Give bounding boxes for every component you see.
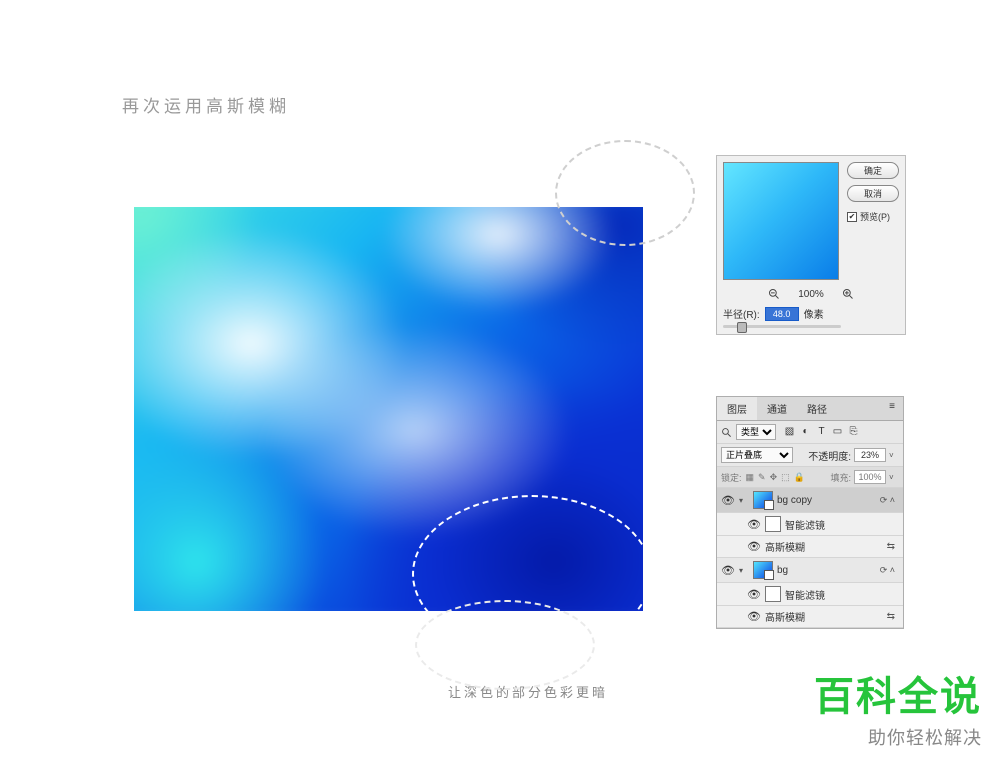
tab-channels[interactable]: 通道: [757, 397, 797, 420]
filter-pixel-icon[interactable]: ▧: [784, 427, 795, 438]
layers-panel: 图层 通道 路径 ≡ 类型 ▧ ◐ T ▭ ⎘ 正片叠底 不透明度: 23% ˅…: [716, 396, 904, 629]
layer-name: bg: [777, 565, 788, 576]
visibility-icon[interactable]: 👁: [721, 494, 735, 507]
preview-label: 预览(P): [860, 210, 890, 223]
opacity-label: 不透明度:: [808, 448, 851, 463]
fill-label: 填充:: [830, 471, 851, 484]
filter-name: 高斯模糊: [765, 609, 805, 624]
layer-thumbnail: [753, 561, 773, 579]
blur-preview[interactable]: [723, 162, 839, 280]
annotation-ellipse-top: [555, 140, 695, 246]
smart-filters-label: 智能滤镜: [785, 587, 825, 602]
radius-label: 半径(R):: [723, 306, 760, 321]
tab-paths[interactable]: 路径: [797, 397, 837, 420]
layer-row-bg[interactable]: 👁 ▾ bg ⟳ ˄: [717, 558, 903, 583]
filter-mask-thumbnail: [765, 586, 781, 602]
gaussian-blur-dialog: 确定 取消 ✔ 预览(P) 100% 半径(R): 48.0 像素: [716, 155, 906, 335]
ok-button[interactable]: 确定: [847, 162, 899, 179]
radius-input[interactable]: 48.0: [765, 307, 799, 321]
filter-search-icon[interactable]: [721, 427, 732, 438]
lock-pixels-icon[interactable]: ▦: [746, 472, 755, 483]
layer-fx-icon[interactable]: ⟳ ˄: [880, 565, 899, 576]
filter-shape-icon[interactable]: ▭: [832, 427, 843, 438]
visibility-icon[interactable]: 👁: [721, 564, 735, 577]
chevron-down-icon[interactable]: ˅: [889, 473, 899, 482]
layer-row-bg-copy[interactable]: 👁 ▾ bg copy ⟳ ˄: [717, 488, 903, 513]
layer-fx-icon[interactable]: ⟳ ˄: [880, 495, 899, 506]
lock-move-icon[interactable]: ✥: [770, 472, 778, 483]
visibility-icon[interactable]: 👁: [747, 588, 761, 601]
panel-tabs: 图层 通道 路径 ≡: [717, 397, 903, 421]
filter-type-icon[interactable]: T: [816, 427, 827, 438]
tab-layers[interactable]: 图层: [717, 397, 757, 420]
watermark-title: 百科全说: [814, 664, 982, 722]
smart-filters-row[interactable]: 👁 智能滤镜: [717, 583, 903, 606]
lock-artboard-icon[interactable]: ⬚: [781, 472, 790, 483]
lock-label: 锁定:: [721, 471, 742, 484]
watermark: 百科全说 助你轻松解决: [814, 664, 982, 750]
cancel-button[interactable]: 取消: [847, 185, 899, 202]
filter-smart-icon[interactable]: ⎘: [848, 427, 859, 438]
lock-all-icon[interactable]: 🔒: [794, 472, 805, 483]
chevron-down-icon[interactable]: ˅: [889, 451, 899, 460]
blend-mode-select[interactable]: 正片叠底: [721, 447, 793, 463]
expand-icon[interactable]: ▾: [739, 496, 749, 505]
watermark-subtitle: 助你轻松解决: [814, 724, 982, 750]
smart-filters-label: 智能滤镜: [785, 517, 825, 532]
visibility-icon[interactable]: 👁: [747, 518, 761, 531]
radius-unit: 像素: [804, 306, 824, 321]
opacity-input[interactable]: 23%: [854, 448, 886, 462]
zoom-in-icon[interactable]: [842, 288, 854, 300]
smart-filters-row[interactable]: 👁 智能滤镜: [717, 513, 903, 536]
page-heading: 再次运用高斯模糊: [122, 92, 290, 117]
check-icon: ✔: [847, 212, 857, 222]
filter-settings-icon[interactable]: ⇆: [887, 541, 899, 552]
lock-brush-icon[interactable]: ✎: [758, 472, 766, 483]
panel-menu-icon[interactable]: ≡: [881, 397, 903, 420]
zoom-out-icon[interactable]: [768, 288, 780, 300]
filter-name: 高斯模糊: [765, 539, 805, 554]
preview-checkbox[interactable]: ✔ 预览(P): [847, 210, 899, 223]
visibility-icon[interactable]: 👁: [747, 610, 761, 623]
zoom-value: 100%: [798, 289, 824, 300]
kind-select[interactable]: 类型: [736, 424, 776, 440]
visibility-icon[interactable]: 👁: [747, 540, 761, 553]
expand-icon[interactable]: ▾: [739, 566, 749, 575]
layer-thumbnail: [753, 491, 773, 509]
annotation-ellipse-bottom: [415, 600, 595, 690]
filter-settings-icon[interactable]: ⇆: [887, 611, 899, 622]
layer-name: bg copy: [777, 495, 812, 506]
radius-slider[interactable]: [723, 325, 841, 328]
filter-item-row[interactable]: 👁 高斯模糊 ⇆: [717, 606, 903, 628]
filter-item-row[interactable]: 👁 高斯模糊 ⇆: [717, 536, 903, 558]
filter-adjust-icon[interactable]: ◐: [800, 427, 811, 438]
filter-mask-thumbnail: [765, 516, 781, 532]
fill-input[interactable]: 100%: [854, 470, 886, 484]
